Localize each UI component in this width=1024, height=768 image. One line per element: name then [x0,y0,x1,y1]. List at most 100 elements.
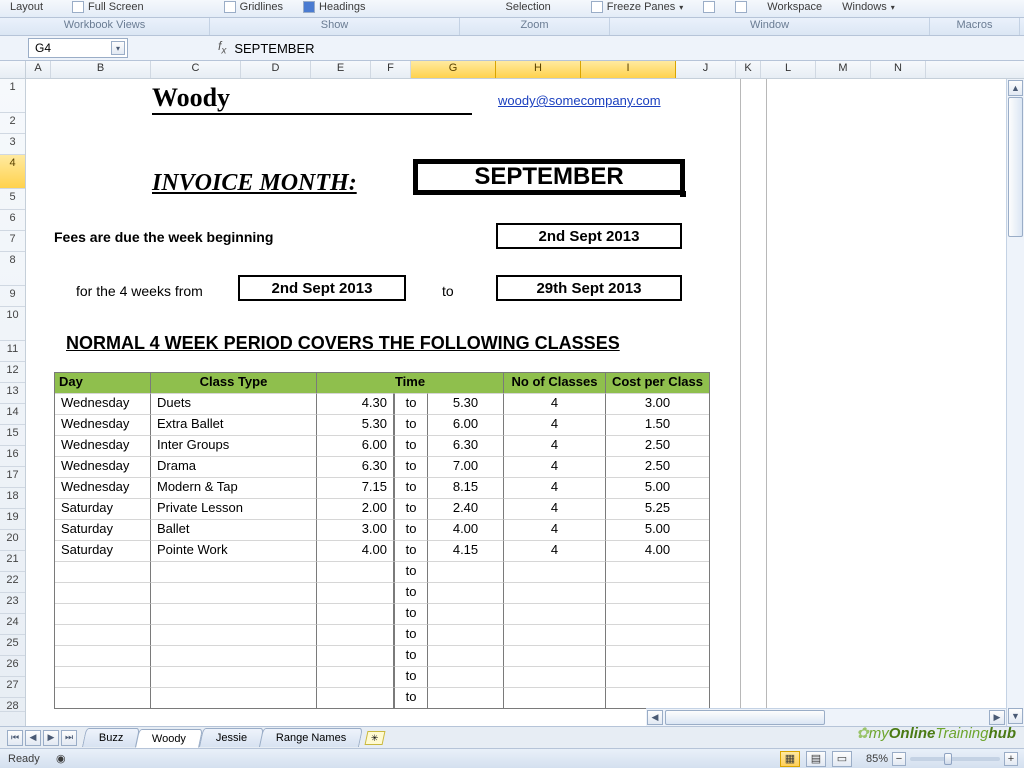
cell-to[interactable]: to [394,687,428,708]
tab-nav-prev-icon[interactable]: ◀ [25,730,41,746]
col-header-E[interactable]: E [311,61,371,78]
tab-nav-last-icon[interactable]: ⏭ [61,730,77,746]
col-header-D[interactable]: D [241,61,311,78]
cell-to[interactable]: to [394,393,428,414]
view-pagebreak-icon[interactable]: ▭ [832,751,852,767]
cell-to[interactable]: to [394,561,428,582]
tab-nav-first-icon[interactable]: ⏮ [7,730,23,746]
new-sheet-icon[interactable]: ✳ [365,731,386,745]
cell-cost[interactable] [606,624,709,645]
ribbon-btn-freezepanes[interactable]: Freeze Panes ▾ [581,0,694,13]
row-header-21[interactable]: 21 [0,551,25,572]
cell-type[interactable] [151,666,317,687]
row-header-22[interactable]: 22 [0,572,25,593]
cell-type[interactable]: Duets [151,393,317,414]
zoom-level[interactable]: 85% [866,753,888,765]
col-header-B[interactable]: B [51,61,151,78]
formula-input[interactable]: SEPTEMBER [234,41,314,56]
cell-num-classes[interactable] [504,561,606,582]
col-header-I[interactable]: I [581,61,676,78]
ribbon-btn-workspace[interactable]: Workspace [757,0,832,13]
cell-time-end[interactable]: 7.00 [428,456,504,477]
cell-day[interactable]: Saturday [55,519,151,540]
cell-to[interactable]: to [394,456,428,477]
cell-cost[interactable]: 1.50 [606,414,709,435]
cell-time-start[interactable]: 6.00 [317,435,394,456]
col-header-A[interactable]: A [26,61,51,78]
cell-time-end[interactable]: 5.30 [428,393,504,414]
cell-day[interactable]: Wednesday [55,393,151,414]
cell-day[interactable] [55,582,151,603]
ribbon-chk-gridlines[interactable]: Gridlines [214,0,293,13]
zoom-in-icon[interactable]: + [1004,752,1018,766]
view-pagelayout-icon[interactable]: ▤ [806,751,826,767]
cell-day[interactable] [55,603,151,624]
row-header-8[interactable]: 8 [0,252,25,286]
ribbon-chk-headings[interactable]: Headings [293,0,375,13]
cell-time-end[interactable]: 6.00 [428,414,504,435]
cell-day[interactable] [55,687,151,708]
row-header-5[interactable]: 5 [0,189,25,210]
cell-time-end[interactable] [428,561,504,582]
row-header-1[interactable]: 1 [0,79,25,113]
cell-time-end[interactable] [428,687,504,708]
cell-day[interactable] [55,624,151,645]
cell-time-start[interactable] [317,582,394,603]
cell-cost[interactable]: 5.00 [606,519,709,540]
cell-time-start[interactable] [317,603,394,624]
cell-type[interactable] [151,624,317,645]
cell-time-end[interactable] [428,603,504,624]
col-header-N[interactable]: N [871,61,926,78]
cell-type[interactable]: Pointe Work [151,540,317,561]
cell-to[interactable]: to [394,582,428,603]
cell-to[interactable]: to [394,519,428,540]
cell-type[interactable]: Drama [151,456,317,477]
vertical-scrollbar[interactable]: ▲ ▼ [1006,79,1024,726]
cell-time-start[interactable]: 5.30 [317,414,394,435]
invoice-month-cell[interactable]: SEPTEMBER [415,161,683,193]
cell-num-classes[interactable]: 4 [504,393,606,414]
cell-day[interactable] [55,666,151,687]
row-header-19[interactable]: 19 [0,509,25,530]
cell-cost[interactable]: 2.50 [606,435,709,456]
row-header-25[interactable]: 25 [0,635,25,656]
row-header-12[interactable]: 12 [0,362,25,383]
row-header-17[interactable]: 17 [0,467,25,488]
zoom-out-icon[interactable]: − [892,752,906,766]
email-link[interactable]: woody@somecompany.com [498,93,661,108]
cell-time-start[interactable]: 4.30 [317,393,394,414]
row-header-15[interactable]: 15 [0,425,25,446]
cell-type[interactable] [151,582,317,603]
scroll-up-icon[interactable]: ▲ [1008,80,1023,96]
cell-cost[interactable]: 5.25 [606,498,709,519]
cell-cost[interactable] [606,603,709,624]
cell-cost[interactable]: 4.00 [606,540,709,561]
ribbon-btn-fullscreen[interactable]: Full Screen [62,0,154,13]
col-header-K[interactable]: K [736,61,761,78]
row-header-10[interactable]: 10 [0,307,25,341]
row-header-4[interactable]: 4 [0,155,25,189]
ribbon-btn-layout[interactable]: Layout [0,0,62,13]
cell-num-classes[interactable]: 4 [504,519,606,540]
hscroll-thumb[interactable] [665,710,825,725]
cell-day[interactable]: Wednesday [55,456,151,477]
cell-num-classes[interactable] [504,582,606,603]
cell-type[interactable]: Ballet [151,519,317,540]
cell-day[interactable]: Wednesday [55,477,151,498]
row-header-26[interactable]: 26 [0,656,25,677]
cell-cost[interactable] [606,561,709,582]
scroll-left-icon[interactable]: ◀ [647,710,663,725]
cell-day[interactable] [55,561,151,582]
row-header-13[interactable]: 13 [0,383,25,404]
cell-to[interactable]: to [394,645,428,666]
row-header-3[interactable]: 3 [0,134,25,155]
cell-day[interactable]: Saturday [55,540,151,561]
row-header-27[interactable]: 27 [0,677,25,698]
cell-num-classes[interactable] [504,624,606,645]
cell-day[interactable]: Saturday [55,498,151,519]
cell-num-classes[interactable]: 4 [504,540,606,561]
ribbon-icon-hide[interactable] [725,0,757,13]
cell-time-start[interactable]: 3.00 [317,519,394,540]
macro-record-icon[interactable]: ◉ [52,751,70,767]
zoom-thumb[interactable] [944,753,952,765]
